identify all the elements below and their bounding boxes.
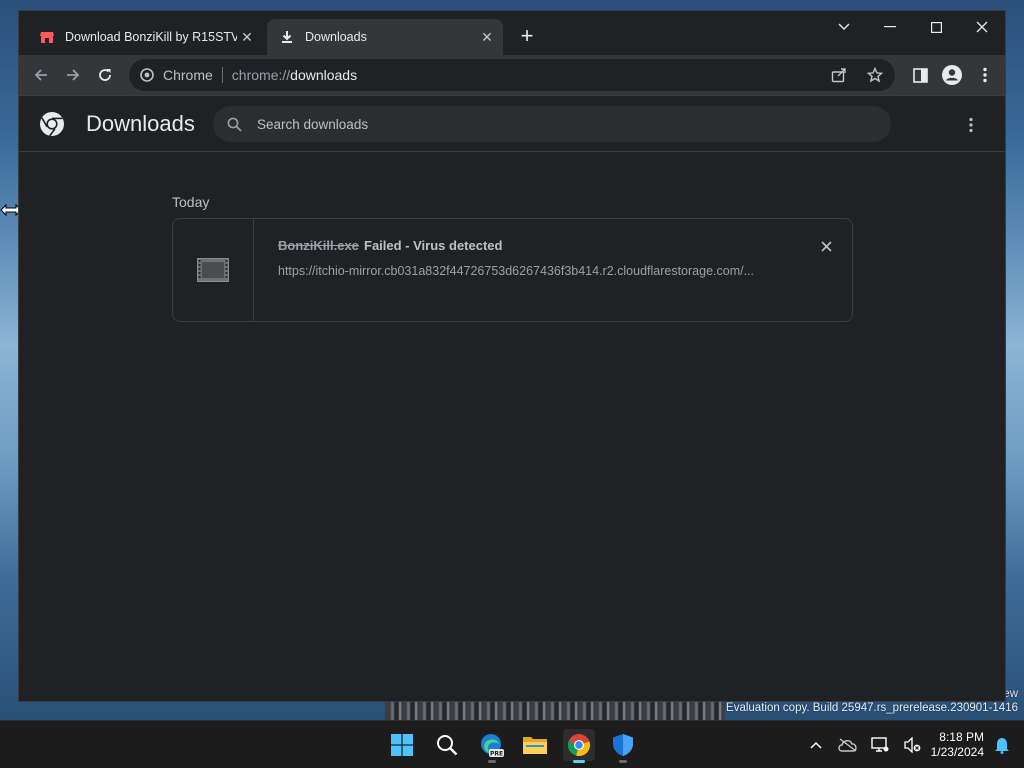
defender-button[interactable] (607, 729, 639, 763)
minimize-button[interactable] (867, 11, 913, 43)
evaluation-watermark: ew Evaluation copy. Build 25947.rs_prere… (726, 688, 1018, 715)
file-explorer-button[interactable] (519, 729, 551, 761)
desktop-wallpaper-rock (385, 700, 725, 722)
tab-label: Downloads (305, 30, 367, 44)
close-tab-icon[interactable]: ✕ (477, 27, 497, 47)
download-file-name: BonziKill.exe (278, 238, 359, 253)
download-icon (279, 29, 295, 45)
tab-downloads[interactable]: Downloads ✕ (267, 19, 503, 55)
chrome-page-icon (139, 67, 155, 83)
executable-file-icon (197, 258, 229, 282)
watermark-text: Evaluation copy. Build 25947.rs_prerelea… (726, 702, 1018, 714)
app-running-indicator (619, 760, 627, 763)
date-group-label: Today (172, 194, 210, 210)
svg-text:PRE: PRE (490, 751, 503, 758)
clock-date: 1/23/2024 (930, 745, 984, 759)
more-actions-icon[interactable] (959, 113, 983, 137)
windows-taskbar: PRE 8:18 PM 1/23/2024 (0, 720, 1024, 768)
app-active-indicator (573, 760, 585, 763)
bookmark-star-icon[interactable] (861, 61, 889, 89)
omnibox-actions (825, 61, 889, 89)
search-icon (437, 735, 458, 756)
edge-preview-icon: PRE (481, 734, 504, 758)
back-button[interactable] (27, 61, 55, 89)
search-downloads-input[interactable] (257, 116, 817, 132)
forward-button[interactable] (59, 61, 87, 89)
system-tray (800, 721, 928, 768)
remove-from-list-button[interactable] (816, 236, 836, 256)
file-explorer-icon (523, 737, 547, 754)
close-window-button[interactable] (959, 11, 1005, 43)
profile-avatar-icon[interactable] (938, 61, 966, 89)
download-status: Failed - Virus detected (364, 238, 503, 253)
onedrive-offline-icon[interactable] (836, 733, 860, 757)
maximize-button[interactable] (913, 11, 959, 43)
url-scheme: chrome:// (231, 67, 291, 83)
new-tab-button[interactable]: + (515, 25, 539, 49)
browser-toolbar: Chrome chrome://downloads (19, 55, 1005, 95)
download-item: BonziKill.exe Failed - Virus detected ht… (172, 218, 853, 322)
search-downloads-box[interactable] (213, 106, 891, 142)
omnibox-divider (221, 67, 223, 83)
edge-preview-button[interactable]: PRE (476, 729, 508, 763)
tab-label: Download BonziKill by R15STV - (65, 30, 237, 44)
tab-search-chevron-icon[interactable] (821, 11, 867, 43)
clock-time: 8:18 PM (939, 730, 984, 744)
close-icon (820, 240, 832, 252)
volume-muted-icon[interactable] (900, 733, 924, 757)
show-hidden-icons-chevron-icon[interactable] (804, 733, 828, 757)
tab-strip: Download BonziKill by R15STV - ✕ Downloa… (19, 11, 1005, 55)
page-title: Downloads (86, 111, 195, 136)
reload-button[interactable] (91, 61, 119, 89)
search-icon (225, 115, 243, 133)
defender-shield-icon (613, 734, 633, 756)
side-panel-icon[interactable] (906, 61, 934, 89)
downloads-page: Downloads Today BonziKill.e (19, 96, 1005, 701)
browser-menu-icon[interactable] (971, 61, 999, 89)
start-button[interactable] (386, 729, 418, 761)
windows-start-icon (391, 734, 413, 756)
system-clock[interactable]: 8:18 PM 1/23/2024 (924, 730, 984, 760)
tab-download-bonzikill[interactable]: Download BonziKill by R15STV - ✕ (27, 19, 263, 55)
notification-bell-icon[interactable] (990, 733, 1014, 757)
chrome-window: Download BonziKill by R15STV - ✕ Downloa… (18, 10, 1006, 702)
address-bar[interactable]: Chrome chrome://downloads (129, 59, 895, 91)
download-source-url[interactable]: https://itchio-mirror.cb031a832f44726753… (278, 264, 754, 278)
taskbar-search-button[interactable] (431, 729, 463, 761)
chrome-logo-icon (40, 112, 64, 137)
file-type-icon-column (173, 219, 254, 321)
itch-store-icon (39, 29, 55, 45)
chrome-taskbar-button[interactable] (563, 729, 595, 763)
chrome-icon (567, 734, 591, 757)
app-running-indicator (488, 760, 496, 763)
downloads-header: Downloads (19, 96, 1005, 152)
window-controls (821, 11, 1005, 43)
share-icon[interactable] (825, 61, 853, 89)
close-tab-icon[interactable]: ✕ (237, 27, 257, 47)
network-icon[interactable] (868, 733, 892, 757)
url-host: downloads (290, 67, 358, 83)
site-label: Chrome (163, 67, 213, 83)
